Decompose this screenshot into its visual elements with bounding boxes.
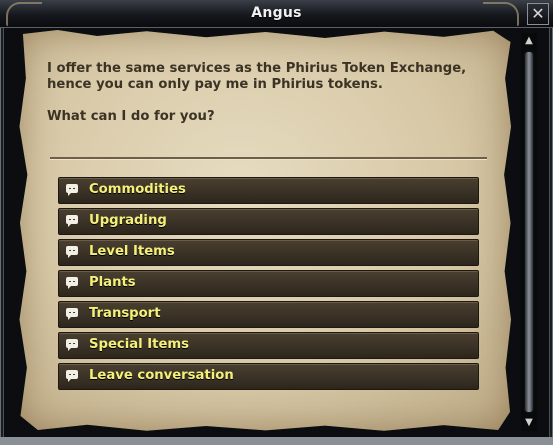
- option-label: Upgrading: [89, 213, 167, 228]
- window-title: Angus: [251, 5, 302, 21]
- npc-dialog-window: Angus ✕ I offer the same services as the…: [0, 0, 553, 445]
- speech-bubble-icon: [66, 370, 78, 382]
- speech-bubble-icon: [66, 308, 78, 320]
- option-level-items[interactable]: Level Items: [58, 239, 479, 266]
- speech-bubble-icon: [66, 184, 78, 196]
- speech-bubble-icon: [66, 339, 78, 351]
- npc-message: I offer the same services as the Phirius…: [47, 61, 477, 141]
- option-label: Level Items: [89, 244, 175, 259]
- option-label: Leave conversation: [89, 368, 234, 383]
- speech-bubble-icon: [66, 215, 78, 227]
- option-label: Special Items: [89, 337, 189, 352]
- speech-bubble-icon: [66, 246, 78, 258]
- option-commodities[interactable]: Commodities: [58, 177, 479, 204]
- option-leave-conversation[interactable]: Leave conversation: [58, 363, 479, 390]
- divider: [50, 157, 487, 160]
- npc-message-line-1: I offer the same services as the Phirius…: [47, 61, 467, 92]
- window-bottom-border: [0, 437, 553, 445]
- option-upgrading[interactable]: Upgrading: [58, 208, 479, 235]
- close-icon[interactable]: ✕: [527, 3, 549, 25]
- option-plants[interactable]: Plants: [58, 270, 479, 297]
- parchment-panel: I offer the same services as the Phirius…: [19, 30, 512, 431]
- scrollbar-thumb[interactable]: [524, 51, 534, 413]
- option-transport[interactable]: Transport: [58, 301, 479, 328]
- scroll-up-icon[interactable]: ▲: [522, 35, 536, 47]
- scroll-down-icon[interactable]: ▼: [522, 417, 536, 429]
- scrollbar[interactable]: ▲ ▼: [521, 33, 537, 431]
- option-label: Plants: [89, 275, 136, 290]
- speech-bubble-icon: [66, 277, 78, 289]
- title-bar[interactable]: Angus ✕: [0, 0, 553, 28]
- option-special-items[interactable]: Special Items: [58, 332, 479, 359]
- npc-message-line-2: What can I do for you?: [47, 109, 215, 124]
- dialog-options: Commodities Upgrading Level Items Plants…: [58, 177, 479, 394]
- option-label: Transport: [89, 306, 161, 321]
- option-label: Commodities: [89, 182, 186, 197]
- title-ornament-right: [483, 2, 519, 26]
